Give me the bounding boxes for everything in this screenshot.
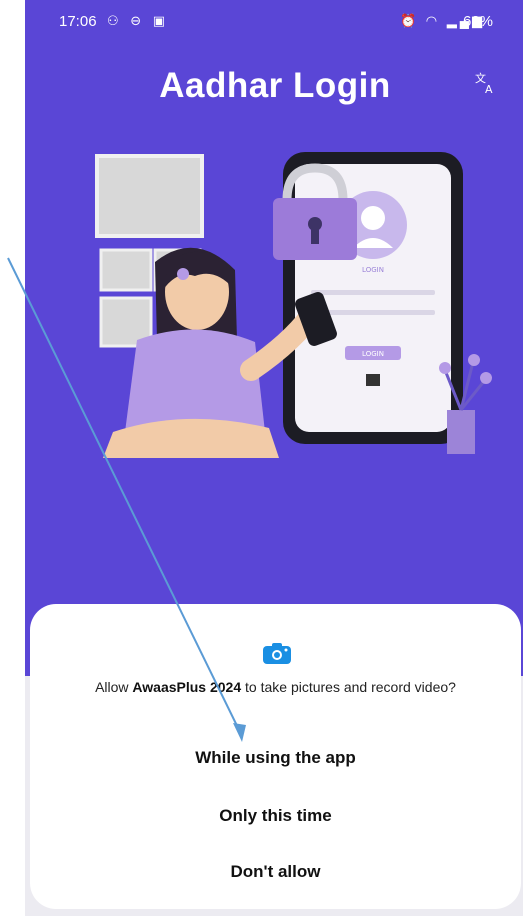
login-illustration: LOGIN LOGIN <box>95 152 492 458</box>
permission-prompt: Allow AwaasPlus 2024 to take pictures an… <box>70 678 481 696</box>
status-bar: 17:06 ⚇ ⊖ ▣ ⏰ ◠ ▂▄▆ 62% <box>25 0 523 40</box>
app-name: AwaasPlus 2024 <box>132 679 242 695</box>
while-using-app-button[interactable]: While using the app <box>90 734 461 782</box>
translate-icon[interactable]: 文 A <box>473 70 499 96</box>
camera-icon <box>263 643 291 664</box>
prompt-prefix: Allow <box>95 679 133 695</box>
permission-dialog: Allow AwaasPlus 2024 to take pictures an… <box>30 604 521 909</box>
status-time: 17:06 <box>59 13 97 30</box>
page-title: Aadhar Login <box>159 66 391 105</box>
dont-allow-button[interactable]: Don't allow <box>90 848 461 896</box>
prompt-suffix: to take pictures and record video? <box>241 679 456 695</box>
svg-text:A: A <box>485 83 493 96</box>
illustration-button-label: LOGIN <box>362 350 384 358</box>
notification-icons: ⚇ ⊖ ▣ <box>107 13 170 28</box>
only-this-time-button[interactable]: Only this time <box>90 792 461 840</box>
illustration-login-label: LOGIN <box>362 266 384 274</box>
battery-level: 62% <box>463 13 494 30</box>
phone-screen: 17:06 ⚇ ⊖ ▣ ⏰ ◠ ▂▄▆ 62% Aadhar Login 文 A… <box>25 0 523 916</box>
